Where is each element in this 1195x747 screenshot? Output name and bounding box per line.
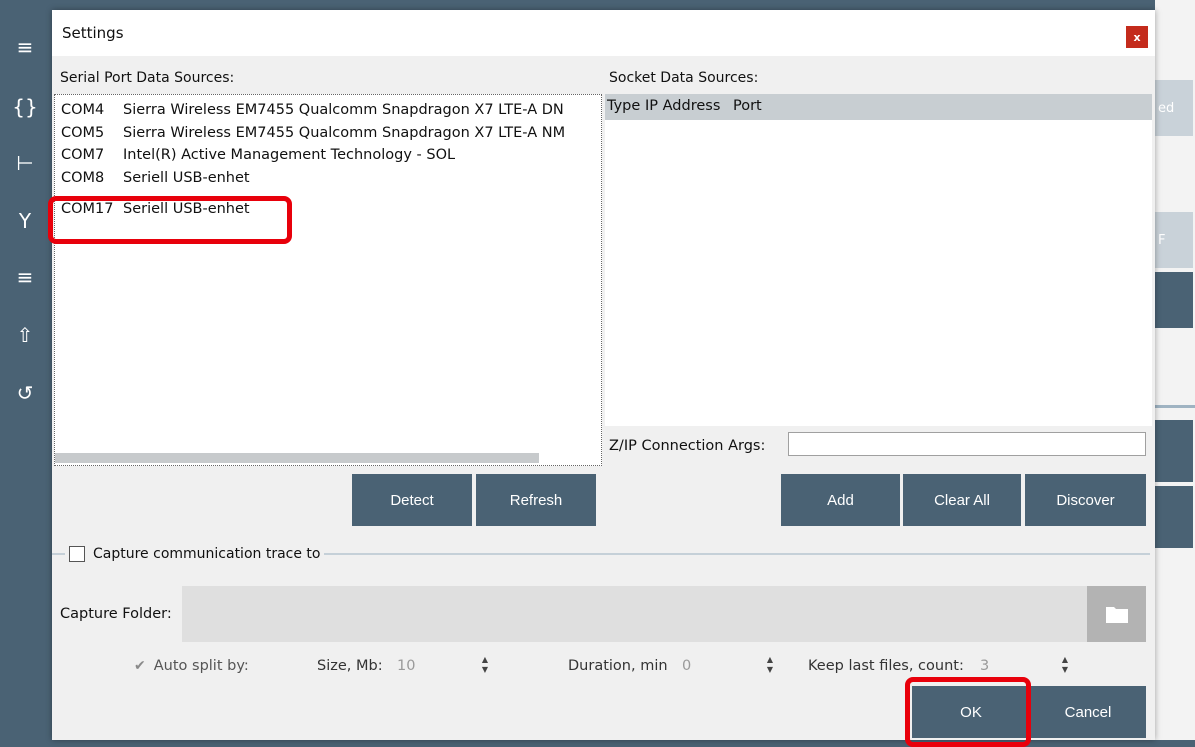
- serial-port-row[interactable]: COM4 Sierra Wireless EM7455 Qualcomm Snap…: [61, 102, 564, 124]
- bg-block[interactable]: [1155, 272, 1193, 328]
- size-label: Size, Mb:: [317, 658, 383, 674]
- upload-icon[interactable]: ⇧: [10, 320, 40, 350]
- close-icon: x: [1133, 30, 1141, 44]
- spin-arrows-icon[interactable]: ▲ ▼: [765, 655, 775, 675]
- branch-icon[interactable]: Y: [10, 206, 40, 236]
- column-type[interactable]: Type: [607, 98, 640, 114]
- port-name: Intel(R) Active Management Technology - …: [123, 147, 456, 163]
- ok-button[interactable]: OK: [912, 686, 1030, 738]
- bg-button-f-label: F: [1158, 232, 1166, 248]
- serial-port-row[interactable]: COM7 Intel(R) Active Management Technolog…: [61, 147, 455, 169]
- dialog-title: Settings: [62, 24, 124, 42]
- column-ip-address[interactable]: IP Address: [645, 98, 720, 114]
- browse-folder-button[interactable]: [1087, 586, 1146, 642]
- zip-connection-input[interactable]: [788, 432, 1146, 456]
- bg-block[interactable]: [1155, 486, 1193, 548]
- bg-button-ed[interactable]: ed: [1155, 80, 1193, 136]
- serial-port-row[interactable]: COM8 Seriell USB-enhet: [61, 170, 250, 184]
- dialog-content: Serial Port Data Sources: Socket Data So…: [52, 56, 1155, 740]
- capture-folder-input[interactable]: [182, 586, 1087, 642]
- refresh-button[interactable]: Refresh: [476, 474, 596, 526]
- spin-arrows-icon[interactable]: ▲ ▼: [1060, 655, 1070, 675]
- bg-button-ed-label: ed: [1158, 100, 1175, 116]
- socket-table-header: Type IP Address Port: [605, 94, 1152, 120]
- folder-icon: [1105, 607, 1128, 623]
- size-stepper[interactable]: 10 ▲ ▼: [397, 651, 490, 681]
- keep-files-label: Keep last files, count:: [808, 658, 964, 674]
- socket-sources-table[interactable]: Type IP Address Port: [605, 94, 1152, 426]
- auto-split-option[interactable]: ✔ Auto split by:: [134, 658, 249, 674]
- port-id: COM5: [61, 125, 105, 141]
- capture-label: Capture communication trace to: [93, 546, 321, 562]
- keep-files-stepper[interactable]: 3 ▲ ▼: [980, 651, 1070, 681]
- keep-files-value: 3: [980, 658, 990, 674]
- left-tool-rail: ≡ {} ⊢ Y ≡ ⇧ ↺: [0, 0, 52, 747]
- check-icon: ✔: [134, 658, 146, 674]
- serial-port-row[interactable]: COM5 Sierra Wireless EM7455 Qualcomm Snap…: [61, 125, 565, 147]
- port-id: COM4: [61, 102, 105, 118]
- socket-sources-label: Socket Data Sources:: [609, 70, 759, 86]
- bg-button-f[interactable]: F: [1155, 212, 1193, 268]
- port-id: COM7: [61, 147, 105, 163]
- braces-icon[interactable]: {}: [10, 92, 40, 122]
- port-id: COM17: [61, 201, 114, 217]
- duration-label: Duration, min: [568, 658, 668, 674]
- size-value: 10: [397, 658, 416, 674]
- list-arrow-icon[interactable]: ≡: [10, 262, 40, 292]
- capture-folder-label: Capture Folder:: [60, 606, 172, 622]
- history-icon[interactable]: ↺: [10, 378, 40, 408]
- port-name: Sierra Wireless EM7455 Qualcomm Snapdrag…: [123, 102, 564, 118]
- serial-port-list[interactable]: COM4 Sierra Wireless EM7455 Qualcomm Snap…: [54, 94, 602, 466]
- serial-sources-label: Serial Port Data Sources:: [60, 70, 235, 86]
- close-button[interactable]: x: [1126, 26, 1148, 48]
- column-port[interactable]: Port: [733, 98, 762, 114]
- port-name: Seriell USB-enhet: [123, 201, 250, 217]
- tree-icon[interactable]: ⊢: [10, 148, 40, 178]
- dialog-title-bar: Settings x: [52, 10, 1155, 56]
- app-top-bar: [52, 0, 1195, 10]
- zip-connection-label: Z/IP Connection Args:: [609, 438, 766, 454]
- spin-arrows-icon[interactable]: ▲ ▼: [480, 655, 490, 675]
- bg-separator: [1155, 405, 1195, 408]
- port-name: Sierra Wireless EM7455 Qualcomm Snapdrag…: [123, 125, 566, 141]
- duration-value: 0: [682, 658, 692, 674]
- list-check-icon[interactable]: ≡: [10, 32, 40, 62]
- auto-split-label: Auto split by:: [153, 658, 249, 674]
- duration-stepper[interactable]: 0 ▲ ▼: [682, 651, 775, 681]
- app-bottom-bar: [52, 740, 1195, 747]
- port-id: COM8: [61, 170, 105, 184]
- discover-button[interactable]: Discover: [1025, 474, 1146, 526]
- clear-all-button[interactable]: Clear All: [903, 474, 1021, 526]
- capture-checkbox[interactable]: [69, 546, 85, 562]
- cancel-button[interactable]: Cancel: [1028, 686, 1146, 738]
- detect-button[interactable]: Detect: [352, 474, 472, 526]
- settings-dialog: Settings x Serial Port Data Sources: Soc…: [52, 10, 1155, 740]
- serial-port-row-selected[interactable]: COM17 Seriell USB-enhet: [61, 201, 250, 223]
- capture-group-header: Capture communication trace to: [65, 543, 325, 565]
- add-button[interactable]: Add: [781, 474, 900, 526]
- bg-block[interactable]: [1155, 420, 1193, 482]
- port-name: Seriell USB-enhet: [123, 170, 250, 184]
- horizontal-scrollbar[interactable]: [55, 453, 539, 463]
